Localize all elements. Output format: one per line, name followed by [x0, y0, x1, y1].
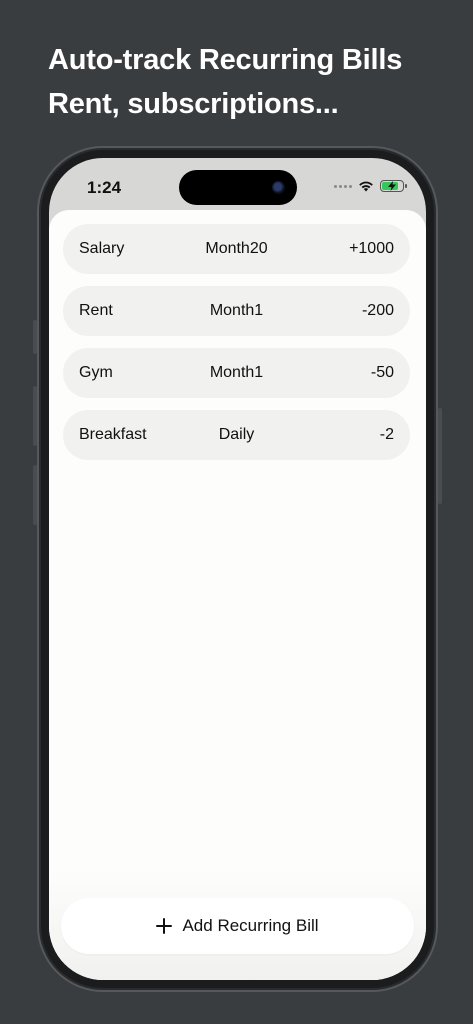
bill-row-rent[interactable]: Rent Month1 -200: [63, 286, 410, 336]
phone-screen: 1:24 Salary Month20 +1000 Rent Month1 -2…: [49, 158, 426, 980]
bill-amount: +1000: [349, 240, 394, 257]
bill-frequency: Month1: [209, 302, 264, 319]
headline-line1: Auto-track Recurring Bills: [48, 44, 403, 76]
status-time: 1:24: [87, 178, 122, 197]
add-recurring-bill-button[interactable]: Add Recurring Bill: [61, 898, 414, 954]
bill-amount: -200: [361, 302, 394, 319]
signal-dots-icon: [334, 184, 352, 188]
bills-sheet: Salary Month20 +1000 Rent Month1 -200 Gy…: [49, 210, 426, 980]
bill-row-salary[interactable]: Salary Month20 +1000: [63, 224, 410, 274]
bill-row-gym[interactable]: Gym Month1 -50: [63, 348, 410, 398]
bolt-icon: [388, 181, 396, 191]
add-button-label: Add Recurring Bill: [182, 916, 319, 935]
battery-tip: [405, 184, 407, 188]
dynamic-island: [179, 170, 297, 205]
wifi-icon: [359, 181, 373, 192]
app-store-screenshot: Auto-track Recurring Bills Rent, subscri…: [0, 0, 473, 1024]
bill-amount: -50: [370, 364, 394, 381]
bill-frequency: Month1: [209, 364, 264, 381]
status-bar: 1:24: [49, 158, 426, 210]
bill-row-breakfast[interactable]: Breakfast Daily -2: [63, 410, 410, 460]
status-icons: [334, 180, 407, 192]
plus-icon: [156, 918, 173, 934]
battery-charging-icon: [380, 180, 407, 192]
headline-line2: Rent, subscriptions...: [48, 88, 339, 120]
bill-frequency: Daily: [218, 426, 255, 443]
power-button: [438, 408, 442, 504]
camera-icon: [272, 181, 285, 194]
bill-amount: -2: [379, 426, 394, 443]
headline: Auto-track Recurring Bills Rent, subscri…: [48, 38, 402, 126]
recurring-bills-list: Salary Month20 +1000 Rent Month1 -200 Gy…: [63, 224, 410, 472]
